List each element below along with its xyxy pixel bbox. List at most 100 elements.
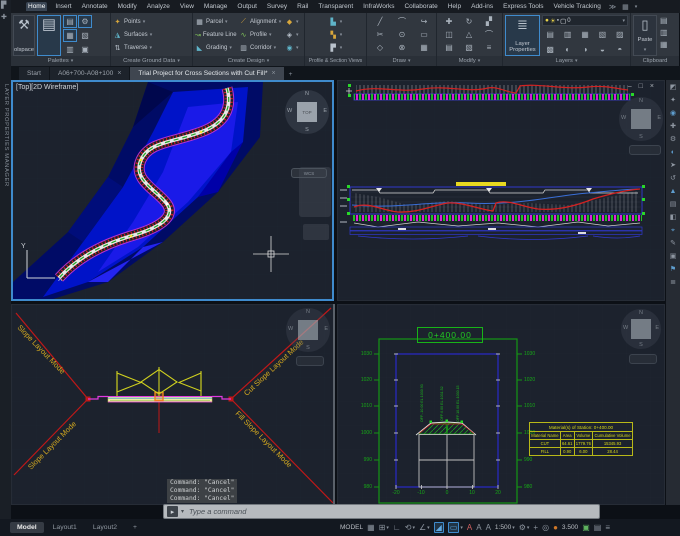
tool-icon-10[interactable]: ▤ [670,201,677,209]
alignment-button[interactable]: ⟋ Alignment ▾ [239,15,283,28]
anchor-icon[interactable]: ▛ [1,1,6,9]
wcs-selector[interactable]: WCS [291,168,327,178]
ribbon-collapse-icon[interactable]: ≫ [609,3,616,11]
tab-drawing-2-active[interactable]: Trial Project for Cross Sections with Cu… [130,67,284,80]
menu-tab-annotate[interactable]: Annotate [80,2,110,11]
pin-icon[interactable]: ✚ [1,13,7,21]
cut-clip-icon[interactable]: ▥ [659,27,669,38]
paste-button[interactable]: ▯ Paste ▾ [633,15,657,56]
gear-icon[interactable]: ⚙ [519,523,526,532]
model-space-label[interactable]: MODEL [340,524,363,531]
layer-properties-manager-tab[interactable]: LAYER PROPERTIES MANAGER [3,84,9,187]
new-drawing-button[interactable]: + [285,69,297,80]
close-icon[interactable]: × [650,83,654,90]
wcs-selector[interactable] [296,356,324,366]
hamburger-menu-icon[interactable]: ≡ [605,523,610,532]
scale-icon[interactable]: ▞ [479,15,499,28]
fillet-icon[interactable]: ⌒ [479,28,499,41]
viewport-label[interactable]: [Top][2D Wireframe] [16,84,78,91]
layer-unisolate-icon[interactable]: ▥ [559,27,575,41]
points-button[interactable]: ✦ Points ▾ [113,15,190,28]
ellipse-icon[interactable]: ⊗ [391,41,413,54]
feature-line-button[interactable]: ↝ Feature Line▾ [195,28,237,41]
sample-lines-button[interactable]: ▚ ▾ [329,28,343,41]
tool-icon-4[interactable]: ✚ [670,123,676,131]
create-design-panel-label[interactable]: Create Design ▾ [193,56,304,66]
close-icon[interactable]: × [272,70,276,77]
viewport-plan-view[interactable]: Y X [Top][2D Wireframe] TOP NS WE WCS [11,80,334,301]
traverse-button[interactable]: ⇅ Traverse ▾ [113,41,190,54]
wcs-selector[interactable] [629,354,657,364]
layer-unlock-icon[interactable]: ◒ [594,42,610,56]
layer-prev-icon[interactable]: ◐ [559,42,575,56]
menu-tab-express-tools[interactable]: Express Tools [501,2,545,11]
corridor-button[interactable]: ▥ Corridor ▾ [239,41,283,54]
viewport-cross-section[interactable]: 0+400.00 1030 1020 1010 1000 990 980 103… [337,304,665,505]
command-icon[interactable]: ▸ [167,506,178,517]
annotation-scale-icon[interactable]: A [486,523,491,532]
tool-icon-5[interactable]: ⚙ [670,136,676,144]
pipe-network-button[interactable]: ◉ ▾ [285,41,301,54]
profile-view-button[interactable]: ▙ ▾ [329,15,343,28]
survey-palette-icon[interactable]: ▦ [63,29,77,42]
layer-walk-icon[interactable]: ◓ [612,42,628,56]
tab-layout2[interactable]: Layout2 [86,522,124,533]
annotation-visibility-icon[interactable]: A [467,523,472,532]
command-input[interactable] [187,506,596,517]
toolspace-toggle-button[interactable]: ▤ [37,15,61,56]
viewport-profile-view[interactable]: – □ × NS WE [337,80,665,301]
hatch-icon[interactable]: ▦ [413,41,435,54]
profile-button[interactable]: ∿ Profile ▾ [239,28,283,41]
layer-off-icon[interactable]: ▧ [594,27,610,41]
trim-icon[interactable]: ✂ [369,28,391,41]
offset-icon[interactable]: ▧ [459,41,479,54]
viewcube[interactable]: NS WE [619,97,663,141]
layer-select[interactable]: ● ☀ ▪ ▢ 0 ▾ [542,15,628,26]
tool-icon-16[interactable]: ≣ [670,279,676,287]
palettes-panel-label[interactable]: Palettes ▾ [11,56,110,66]
layer-current-icon[interactable]: ▩ [542,42,558,56]
menu-tab-manage[interactable]: Manage [202,2,230,11]
modify-panel-label[interactable]: Modify ▾ [437,56,502,66]
menu-tab-analyze[interactable]: Analyze [145,2,172,11]
tool-icon-11[interactable]: ◧ [670,214,677,222]
globe-icon[interactable]: ● [553,523,558,532]
viewcube[interactable]: NS WE [621,309,661,349]
layer-lockdown-icon[interactable]: ◑ [577,42,593,56]
osnap-icon[interactable]: ∠ [419,523,426,532]
minimize-icon[interactable]: – [628,83,632,90]
layers-panel-label[interactable]: Layers ▾ [503,56,630,66]
tool-icon-14[interactable]: ▣ [670,253,677,261]
close-icon[interactable]: × [117,70,121,77]
menu-tab-home[interactable]: Home [26,2,48,11]
parcel-button[interactable]: ▦ Parcel ▾ [195,15,237,28]
tab-model[interactable]: Model [10,522,44,533]
arc-icon[interactable]: ⌒ [391,15,413,28]
grid-icon[interactable]: ▦ [367,523,375,532]
dynamic-input-icon[interactable]: ▭ [447,522,460,533]
level-of-detail-value[interactable]: 3.500 [562,524,578,531]
command-caret-icon[interactable]: ▾ [181,508,184,515]
tool-icon-15[interactable]: ⚑ [670,266,676,274]
viewport-divider[interactable] [333,304,335,505]
copy-icon[interactable]: ◫ [439,28,459,41]
line-icon[interactable]: ╱ [369,15,391,28]
tool-icon-2[interactable]: ✦ [670,97,676,105]
mirror-icon[interactable]: △ [459,28,479,41]
menu-tab-insert[interactable]: Insert [53,2,73,11]
viewcube[interactable]: NS WE [286,308,330,352]
isolate-objects-icon[interactable]: ◎ [542,523,549,532]
tool-icon-6[interactable]: ◐ [671,149,675,157]
menu-tab-survey[interactable]: Survey [265,2,289,11]
infocenter-caret-icon[interactable]: ▾ [635,4,638,10]
ortho-icon[interactable]: ∟ [393,523,401,532]
viewcube[interactable]: TOP NS WE [285,90,329,134]
annotation-autoscale-icon[interactable]: A [476,523,481,532]
layer-freeze-icon[interactable]: ▦ [577,27,593,41]
intersection-button[interactable]: ◈ ▾ [285,28,301,41]
rotate-icon[interactable]: ↻ [459,15,479,28]
copy-clip-icon[interactable]: ▤ [659,15,669,26]
grading-button[interactable]: ◣ Grading ▾ [195,41,237,54]
explode-icon[interactable]: ≡ [479,41,499,54]
create-ground-data-panel-label[interactable]: Create Ground Data ▾ [111,56,192,66]
